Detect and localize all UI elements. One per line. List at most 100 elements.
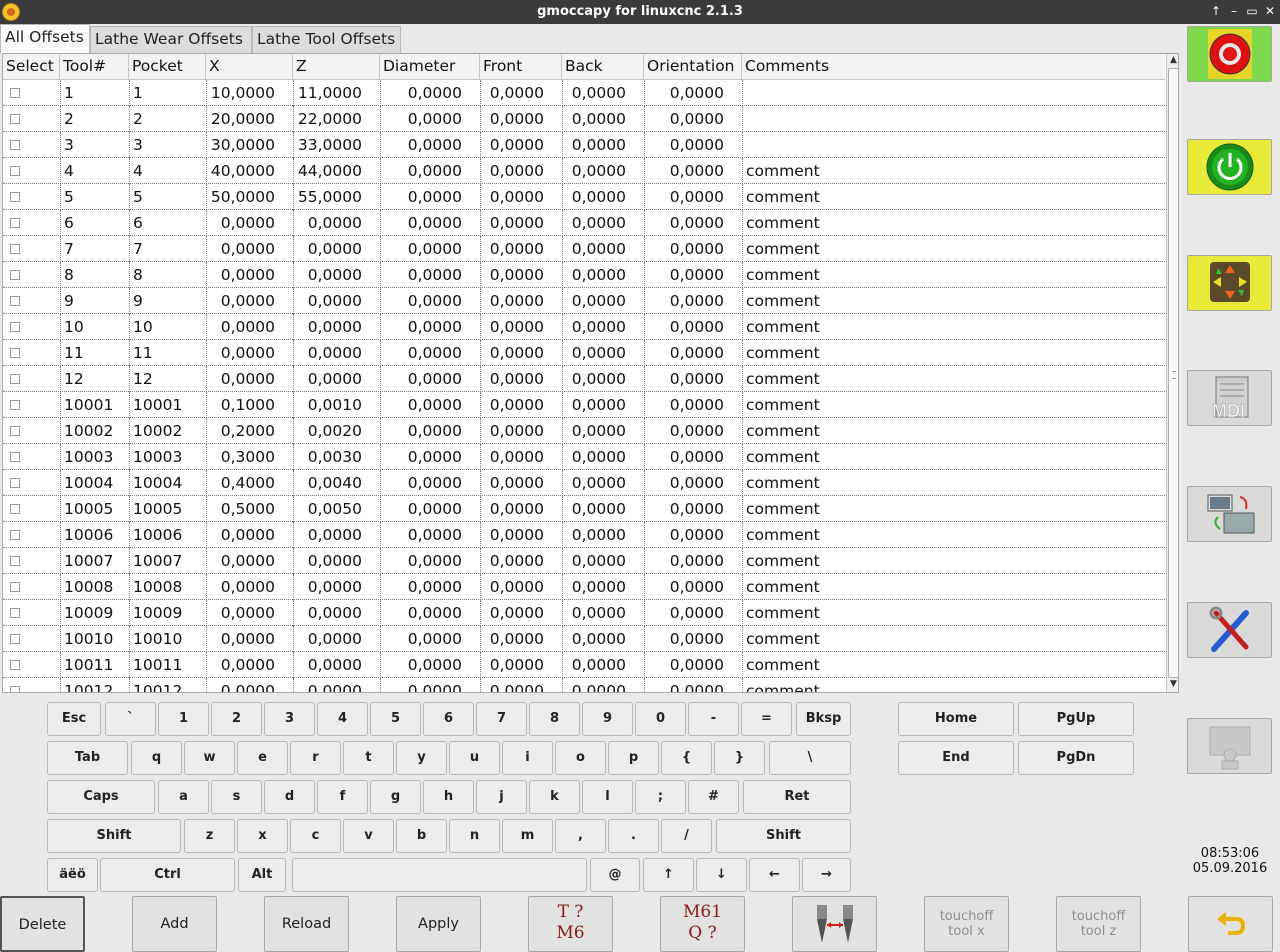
- cell-z[interactable]: 11,0000: [293, 84, 362, 102]
- key-x[interactable]: x: [237, 819, 288, 853]
- cell-back[interactable]: 0,0000: [562, 604, 626, 622]
- table-row[interactable]: 10002 10002 0,2000 0,0020 0,0000 0,0000 0,0000…: [3, 418, 1165, 444]
- cell-back[interactable]: 0,0000: [562, 656, 626, 674]
- cell-diameter[interactable]: 0,0000: [380, 292, 462, 310]
- table-row[interactable]: 4 4 40,0000 44,0000 0,0000 0,0000 0,0000 0,0000…: [3, 158, 1165, 184]
- cell-tool[interactable]: 5: [64, 188, 74, 206]
- key-8[interactable]: 8: [529, 702, 580, 736]
- user-tabs-button[interactable]: [1187, 718, 1272, 774]
- cell-tool[interactable]: 6: [64, 214, 74, 232]
- select-checkbox[interactable]: [10, 426, 20, 436]
- key-l[interactable]: l: [582, 780, 633, 814]
- cell-tool[interactable]: 10006: [64, 526, 113, 544]
- cell-front[interactable]: 0,0000: [480, 656, 544, 674]
- cell-x[interactable]: 50,0000: [206, 188, 275, 206]
- select-checkbox[interactable]: [10, 270, 20, 280]
- cell-x[interactable]: 0,0000: [206, 240, 275, 258]
- cell-diameter[interactable]: 0,0000: [380, 188, 462, 206]
- cell-comments[interactable]: comment: [746, 682, 820, 692]
- cell-tool[interactable]: 12: [64, 370, 84, 388]
- cell-comments[interactable]: comment: [746, 344, 820, 362]
- select-checkbox[interactable]: [10, 556, 20, 566]
- cell-pocket[interactable]: 10005: [133, 500, 182, 518]
- cell-diameter[interactable]: 0,0000: [380, 474, 462, 492]
- cell-pocket[interactable]: 10004: [133, 474, 182, 492]
- tab-lathe-tool-offsets[interactable]: Lathe Tool Offsets: [252, 26, 401, 53]
- key-arrow-left[interactable]: ←: [749, 858, 800, 892]
- cell-z[interactable]: 0,0050: [293, 500, 362, 518]
- cell-tool[interactable]: 1: [64, 84, 74, 102]
- table-row[interactable]: 8 8 0,0000 0,0000 0,0000 0,0000 0,0000 0,0000 co…: [3, 262, 1165, 288]
- cell-z[interactable]: 55,0000: [293, 188, 362, 206]
- cell-tool[interactable]: 11: [64, 344, 84, 362]
- table-row[interactable]: 10001 10001 0,1000 0,0010 0,0000 0,0000 0,0000…: [3, 392, 1165, 418]
- cell-diameter[interactable]: 0,0000: [380, 396, 462, 414]
- key-b[interactable]: b: [396, 819, 447, 853]
- cell-back[interactable]: 0,0000: [562, 318, 626, 336]
- select-checkbox[interactable]: [10, 504, 20, 514]
- cell-tool[interactable]: 10: [64, 318, 84, 336]
- cell-orientation[interactable]: 0,0000: [644, 500, 724, 518]
- column-header-pocket[interactable]: Pocket: [129, 54, 206, 80]
- cell-z[interactable]: 0,0000: [293, 240, 362, 258]
- mdi-mode-button[interactable]: MDI: [1187, 370, 1272, 426]
- cell-tool[interactable]: 10011: [64, 656, 113, 674]
- cell-tool[interactable]: 10010: [64, 630, 113, 648]
- cell-comments[interactable]: comment: [746, 474, 820, 492]
- cell-z[interactable]: 33,0000: [293, 136, 362, 154]
- cell-front[interactable]: 0,0000: [480, 682, 544, 692]
- table-row[interactable]: 10 10 0,0000 0,0000 0,0000 0,0000 0,0000 0,0000…: [3, 314, 1165, 340]
- cell-pocket[interactable]: 10007: [133, 552, 182, 570]
- tab-lathe-wear-offsets[interactable]: Lathe Wear Offsets: [90, 26, 252, 53]
- cell-x[interactable]: 0,0000: [206, 344, 275, 362]
- cell-diameter[interactable]: 0,0000: [380, 162, 462, 180]
- cell-z[interactable]: 0,0020: [293, 422, 362, 440]
- table-row[interactable]: 10006 10006 0,0000 0,0000 0,0000 0,0000 0,0000…: [3, 522, 1165, 548]
- column-header-x[interactable]: X: [206, 54, 293, 80]
- table-row[interactable]: 6 6 0,0000 0,0000 0,0000 0,0000 0,0000 0,0000 co…: [3, 210, 1165, 236]
- cell-pocket[interactable]: 7: [133, 240, 143, 258]
- cell-tool[interactable]: 10004: [64, 474, 113, 492]
- key-z[interactable]: z: [184, 819, 235, 853]
- table-row[interactable]: 10003 10003 0,3000 0,0030 0,0000 0,0000 0,0000…: [3, 444, 1165, 470]
- cell-pocket[interactable]: 1: [133, 84, 143, 102]
- cell-z[interactable]: 0,0000: [293, 578, 362, 596]
- cell-pocket[interactable]: 10012: [133, 682, 182, 692]
- key-slash[interactable]: /: [661, 819, 712, 853]
- select-checkbox[interactable]: [10, 140, 20, 150]
- cell-pocket[interactable]: 10: [133, 318, 153, 336]
- cell-tool[interactable]: 2: [64, 110, 74, 128]
- key-s[interactable]: s: [211, 780, 262, 814]
- cell-orientation[interactable]: 0,0000: [644, 110, 724, 128]
- select-checkbox[interactable]: [10, 192, 20, 202]
- cell-orientation[interactable]: 0,0000: [644, 578, 724, 596]
- cell-tool[interactable]: 10009: [64, 604, 113, 622]
- cell-comments[interactable]: comment: [746, 292, 820, 310]
- cell-front[interactable]: 0,0000: [480, 136, 544, 154]
- table-row[interactable]: 1 1 10,0000 11,0000 0,0000 0,0000 0,0000 0,0000: [3, 80, 1165, 106]
- key-n[interactable]: n: [449, 819, 500, 853]
- key-i[interactable]: i: [502, 741, 553, 775]
- key-u[interactable]: u: [449, 741, 500, 775]
- cell-x[interactable]: 0,0000: [206, 552, 275, 570]
- key-q[interactable]: q: [131, 741, 182, 775]
- cell-front[interactable]: 0,0000: [480, 162, 544, 180]
- cell-tool[interactable]: 10005: [64, 500, 113, 518]
- cell-front[interactable]: 0,0000: [480, 552, 544, 570]
- cell-z[interactable]: 0,0000: [293, 370, 362, 388]
- cell-tool[interactable]: 9: [64, 292, 74, 310]
- emergency-stop-button[interactable]: [1187, 26, 1272, 82]
- cell-back[interactable]: 0,0000: [562, 240, 626, 258]
- cell-comments[interactable]: comment: [746, 396, 820, 414]
- scroll-up-icon[interactable]: ▲: [1167, 55, 1178, 67]
- cell-x[interactable]: 20,0000: [206, 110, 275, 128]
- cell-z[interactable]: 0,0040: [293, 474, 362, 492]
- cell-front[interactable]: 0,0000: [480, 370, 544, 388]
- key-left-brace[interactable]: {: [661, 741, 712, 775]
- scroll-thumb[interactable]: [1168, 68, 1178, 678]
- cell-back[interactable]: 0,0000: [562, 370, 626, 388]
- cell-orientation[interactable]: 0,0000: [644, 266, 724, 284]
- key-e[interactable]: e: [237, 741, 288, 775]
- machine-power-button[interactable]: [1187, 139, 1272, 195]
- cell-front[interactable]: 0,0000: [480, 448, 544, 466]
